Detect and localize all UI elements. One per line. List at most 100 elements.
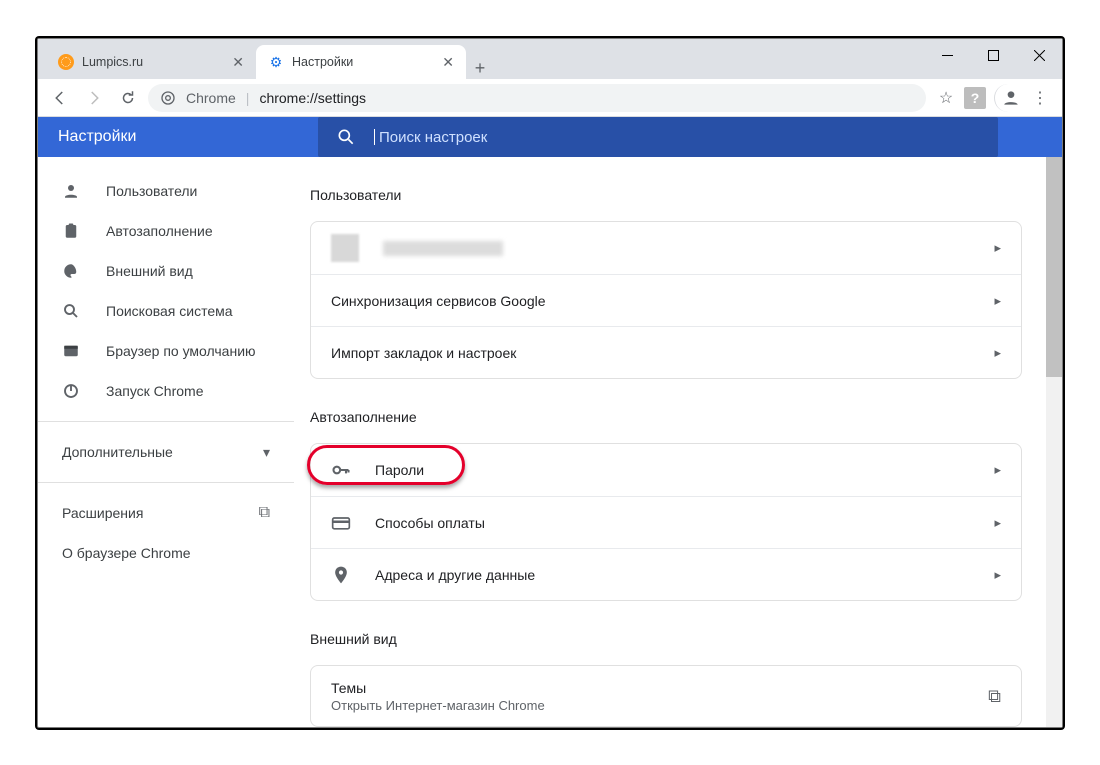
settings-body: Пользователи Автозаполнение Внешний вид … [38, 157, 1062, 727]
sidebar-label: Браузер по умолчанию [106, 343, 256, 359]
chrome-icon [160, 90, 176, 106]
power-icon [62, 382, 82, 400]
row-label: Способы оплаты [375, 515, 485, 531]
text-caret [374, 129, 375, 145]
forward-button[interactable] [80, 84, 108, 112]
sidebar-label: Внешний вид [106, 263, 193, 279]
chevron-right-icon: ▸ [994, 345, 1001, 361]
chevron-right-icon: ▸ [994, 462, 1001, 478]
sidebar-label: Поисковая система [106, 303, 233, 319]
scrollbar-thumb[interactable] [1046, 157, 1062, 377]
settings-main: Пользователи ▸ Синхронизация сервисов Go… [294, 157, 1062, 727]
settings-app: Настройки Поиск настроек Пользователи Ав… [38, 117, 1062, 727]
back-button[interactable] [46, 84, 74, 112]
user-avatar [331, 234, 359, 262]
favicon-lumpics [58, 54, 74, 70]
address-bar[interactable]: Chrome | chrome://settings [148, 84, 926, 112]
extensions-label: Расширения [62, 505, 143, 521]
credit-card-icon [331, 513, 351, 533]
chevron-right-icon: ▸ [994, 515, 1001, 531]
menu-dots-icon[interactable]: ⋮ [1026, 84, 1054, 112]
separator: | [246, 90, 250, 106]
tab-lumpics[interactable]: Lumpics.ru ✕ [46, 45, 256, 79]
url-text: chrome://settings [259, 90, 366, 106]
clipboard-icon [62, 222, 82, 240]
location-pin-icon [331, 565, 351, 585]
tab-strip: Lumpics.ru ✕ ⚙ Настройки ✕ + [38, 39, 1062, 79]
section-title-users: Пользователи [310, 187, 1022, 203]
tab-label: Lumpics.ru [82, 55, 143, 69]
themes-description: Открыть Интернет-магазин Chrome [331, 698, 545, 713]
sidebar-item-appearance[interactable]: Внешний вид [38, 251, 294, 291]
external-link-icon: ⧉ [259, 504, 270, 522]
window-controls [924, 39, 1062, 71]
external-link-icon: ⧉ [988, 686, 1001, 707]
row-themes[interactable]: Темы Открыть Интернет-магазин Chrome ⧉ [311, 666, 1021, 726]
section-title-autofill: Автозаполнение [310, 409, 1022, 425]
sidebar-advanced-toggle[interactable]: Дополнительные ▾ [38, 432, 294, 472]
sidebar-item-default-browser[interactable]: Браузер по умолчанию [38, 331, 294, 371]
minimize-button[interactable] [924, 39, 970, 71]
tab-settings[interactable]: ⚙ Настройки ✕ [256, 45, 466, 79]
favicon-settings-gear-icon: ⚙ [268, 54, 284, 70]
new-tab-button[interactable]: + [466, 58, 494, 79]
profile-avatar-icon[interactable] [994, 84, 1022, 112]
settings-sidebar: Пользователи Автозаполнение Внешний вид … [38, 157, 294, 727]
appearance-card: Темы Открыть Интернет-магазин Chrome ⧉ [310, 665, 1022, 727]
bookmark-star-icon[interactable]: ☆ [932, 84, 960, 112]
row-label: Импорт закладок и настроек [331, 345, 516, 361]
scheme-label: Chrome [186, 90, 236, 106]
row-current-user[interactable]: ▸ [311, 222, 1021, 274]
chevron-right-icon: ▸ [994, 293, 1001, 309]
sidebar-label: Автозаполнение [106, 223, 213, 239]
user-name-redacted [383, 241, 503, 256]
palette-icon [62, 262, 82, 280]
tab-label: Настройки [292, 55, 353, 69]
settings-header: Настройки Поиск настроек [38, 117, 1062, 157]
close-button[interactable] [1016, 39, 1062, 71]
autofill-card: Пароли ▸ Способы оплаты ▸ Адреса и други… [310, 443, 1022, 601]
sidebar-about[interactable]: О браузере Chrome [38, 533, 294, 573]
chevron-down-icon: ▾ [263, 444, 270, 461]
advanced-label: Дополнительные [62, 444, 173, 460]
search-icon [62, 302, 82, 320]
sidebar-label: Пользователи [106, 183, 197, 199]
sidebar-item-on-startup[interactable]: Запуск Chrome [38, 371, 294, 411]
row-addresses[interactable]: Адреса и другие данные ▸ [311, 548, 1021, 600]
sidebar-item-autofill[interactable]: Автозаполнение [38, 211, 294, 251]
person-icon [62, 182, 82, 200]
toolbar: Chrome | chrome://settings ☆ ? ⋮ [38, 79, 1062, 117]
key-icon [331, 460, 351, 480]
row-passwords[interactable]: Пароли ▸ [311, 444, 1021, 496]
reload-button[interactable] [114, 84, 142, 112]
row-payment-methods[interactable]: Способы оплаты ▸ [311, 496, 1021, 548]
row-label: Пароли [375, 462, 424, 478]
help-extension-icon[interactable]: ? [964, 87, 986, 109]
search-icon [336, 127, 356, 147]
settings-search[interactable]: Поиск настроек [318, 117, 998, 157]
sidebar-divider [38, 421, 294, 422]
browser-icon [62, 342, 82, 360]
row-import-bookmarks[interactable]: Импорт закладок и настроек ▸ [311, 326, 1021, 378]
close-tab-icon[interactable]: ✕ [232, 54, 244, 71]
themes-title: Темы [331, 680, 545, 696]
sidebar-extensions[interactable]: Расширения ⧉ [38, 493, 294, 533]
sidebar-label: Запуск Chrome [106, 383, 203, 399]
settings-title: Настройки [58, 128, 298, 146]
users-card: ▸ Синхронизация сервисов Google ▸ Импорт… [310, 221, 1022, 379]
search-placeholder: Поиск настроек [379, 129, 487, 146]
row-label: Адреса и другие данные [375, 567, 535, 583]
section-title-appearance: Внешний вид [310, 631, 1022, 647]
about-label: О браузере Chrome [62, 545, 191, 561]
browser-window: Lumpics.ru ✕ ⚙ Настройки ✕ + Chrome | ch… [37, 38, 1063, 728]
chevron-right-icon: ▸ [994, 567, 1001, 583]
toolbar-right: ☆ ? ⋮ [932, 84, 1054, 112]
sidebar-item-search-engine[interactable]: Поисковая система [38, 291, 294, 331]
chevron-right-icon: ▸ [994, 240, 1001, 256]
row-label: Синхронизация сервисов Google [331, 293, 546, 309]
sidebar-divider [38, 482, 294, 483]
maximize-button[interactable] [970, 39, 1016, 71]
row-sync-google[interactable]: Синхронизация сервисов Google ▸ [311, 274, 1021, 326]
sidebar-item-users[interactable]: Пользователи [38, 171, 294, 211]
close-tab-icon[interactable]: ✕ [442, 54, 454, 71]
